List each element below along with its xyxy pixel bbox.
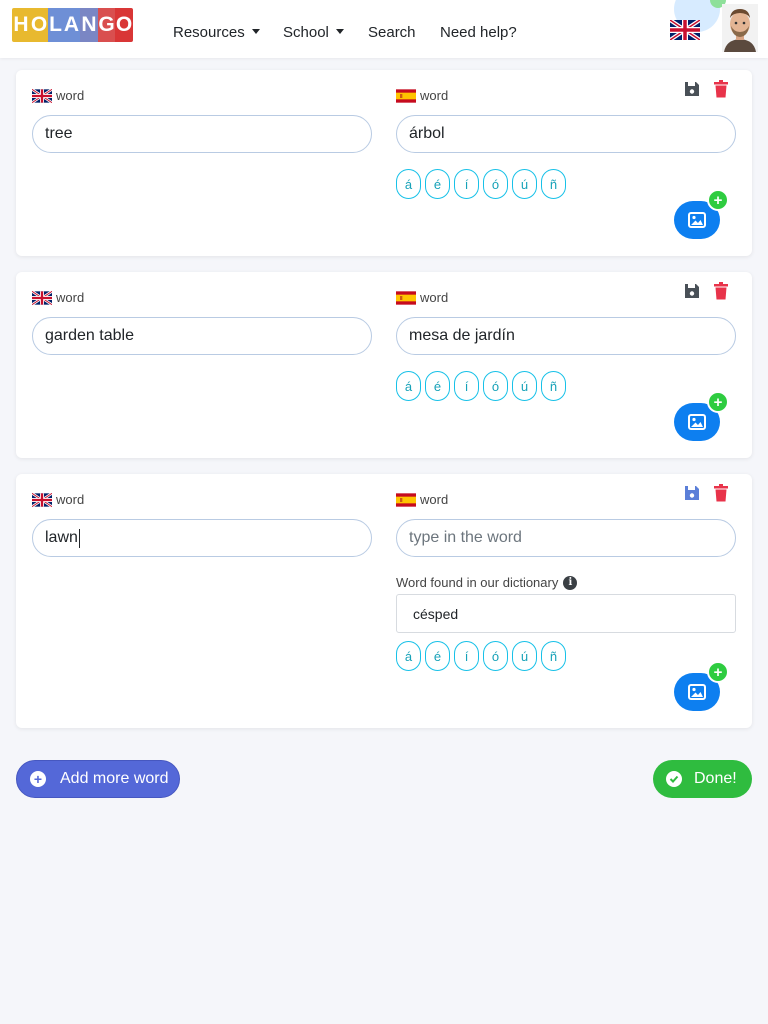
accent-button[interactable]: ñ [541, 641, 566, 671]
accent-button[interactable]: í [454, 169, 479, 199]
target-language-label: word [396, 290, 448, 305]
text-cursor [78, 528, 80, 548]
source-language-label: word [32, 290, 84, 305]
target-word-input[interactable]: árbol [396, 115, 736, 153]
nav-help-link[interactable]: Need help? [440, 24, 517, 41]
save-icon[interactable] [684, 283, 700, 299]
spain-flag-icon [396, 290, 416, 305]
dictionary-label-text: Word found in our dictionary [396, 575, 559, 590]
accent-buttons: á é í ó ú ñ [396, 169, 570, 199]
target-word-value: mesa de jardín [409, 327, 515, 344]
nav-resources-dropdown[interactable]: Resources [173, 24, 260, 41]
check-circle-icon [666, 771, 682, 787]
logo-letter: G [98, 8, 115, 42]
target-language-label: word [396, 88, 448, 103]
target-word-input[interactable]: type in the word [396, 519, 736, 557]
accent-buttons: á é í ó ú ñ [396, 641, 570, 671]
source-word-input[interactable]: garden table [32, 317, 372, 355]
nav-resources-label: Resources [173, 24, 245, 41]
accent-button[interactable]: ú [512, 641, 537, 671]
accent-button[interactable]: á [396, 371, 421, 401]
save-icon[interactable] [684, 485, 700, 501]
save-icon[interactable] [684, 81, 700, 97]
word-card: word word garden table mesa de jardín á … [16, 272, 752, 458]
logo-letter: L [48, 8, 63, 42]
add-more-label: Add more word [60, 770, 169, 787]
source-label-text: word [56, 88, 85, 103]
user-avatar[interactable] [722, 4, 758, 52]
logo-letter: O [115, 8, 133, 42]
add-image-plus-badge: + [707, 189, 729, 211]
spain-flag-icon [396, 88, 416, 103]
accent-button[interactable]: í [454, 641, 479, 671]
add-image-plus-badge: + [707, 391, 729, 413]
caret-down-icon [335, 29, 344, 34]
accent-button[interactable]: é [425, 641, 450, 671]
source-language-label: word [32, 88, 84, 103]
done-button[interactable]: Done! [653, 760, 752, 798]
logo-letter: N [80, 8, 98, 42]
uk-flag-icon [32, 290, 52, 305]
accent-button[interactable]: ú [512, 169, 537, 199]
caret-down-icon [251, 29, 260, 34]
accent-button[interactable]: é [425, 371, 450, 401]
accent-button[interactable]: ó [483, 371, 508, 401]
source-label-text: word [56, 492, 85, 507]
accent-button[interactable]: í [454, 371, 479, 401]
target-language-label: word [396, 492, 448, 507]
accent-button[interactable]: ú [512, 371, 537, 401]
accent-button[interactable]: á [396, 169, 421, 199]
add-image-plus-badge: + [707, 661, 729, 683]
word-card: word word lawn type in the word Word fou… [16, 474, 752, 728]
uk-flag-icon [32, 88, 52, 103]
image-icon [688, 684, 706, 700]
target-word-placeholder: type in the word [409, 529, 522, 546]
accent-button[interactable]: ñ [541, 371, 566, 401]
dictionary-found-label: Word found in our dictionary i [396, 575, 578, 590]
done-label: Done! [694, 770, 737, 787]
spain-flag-icon [396, 492, 416, 507]
accent-button[interactable]: ó [483, 169, 508, 199]
add-more-word-button[interactable]: + Add more word [16, 760, 180, 798]
target-label-text: word [420, 290, 449, 305]
source-word-value: tree [45, 125, 73, 142]
source-word-value: lawn [45, 529, 78, 546]
nav-school-dropdown[interactable]: School [283, 24, 344, 41]
nav-search-link[interactable]: Search [368, 24, 416, 41]
plus-circle-icon: + [30, 771, 46, 787]
target-label-text: word [420, 88, 449, 103]
source-word-value: garden table [45, 327, 134, 344]
accent-button[interactable]: é [425, 169, 450, 199]
nav-school-label: School [283, 24, 329, 41]
source-word-input[interactable]: tree [32, 115, 372, 153]
uk-flag-icon[interactable] [670, 20, 700, 40]
trash-icon[interactable] [713, 80, 729, 98]
dictionary-suggestion-text: césped [413, 605, 459, 622]
top-navbar: H O L A N G O Resources School Search Ne… [0, 0, 768, 58]
logo-letter: H [12, 8, 30, 42]
trash-icon[interactable] [713, 282, 729, 300]
accent-buttons: á é í ó ú ñ [396, 371, 570, 401]
word-card: word word tree árbol á é í ó ú ñ + [16, 70, 752, 256]
accent-button[interactable]: ñ [541, 169, 566, 199]
target-word-input[interactable]: mesa de jardín [396, 317, 736, 355]
logo-letter: A [63, 8, 80, 42]
image-icon [688, 414, 706, 430]
dictionary-suggestion[interactable]: césped [396, 594, 736, 633]
accent-button[interactable]: á [396, 641, 421, 671]
source-language-label: word [32, 492, 84, 507]
source-word-input[interactable]: lawn [32, 519, 372, 557]
image-icon [688, 212, 706, 228]
trash-icon[interactable] [713, 484, 729, 502]
uk-flag-icon [32, 492, 52, 507]
info-icon[interactable]: i [563, 575, 578, 590]
source-label-text: word [56, 290, 85, 305]
target-word-value: árbol [409, 125, 445, 142]
holango-logo[interactable]: H O L A N G O [12, 8, 133, 42]
target-label-text: word [420, 492, 449, 507]
accent-button[interactable]: ó [483, 641, 508, 671]
logo-letter: O [30, 8, 48, 42]
